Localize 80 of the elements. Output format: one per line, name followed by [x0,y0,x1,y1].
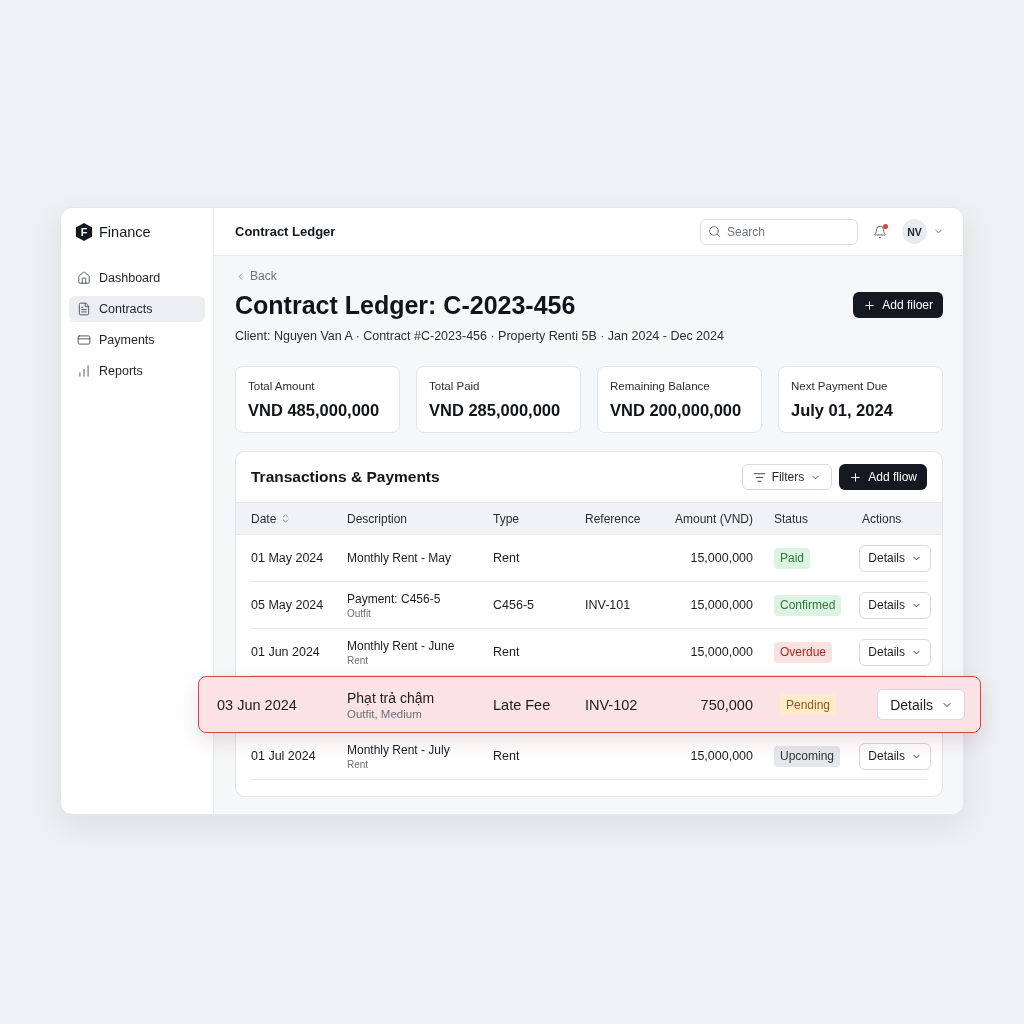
stat-value: VND 485,000,000 [248,400,380,421]
description-note: Rent [347,758,369,770]
type-cell: Rent [493,749,520,763]
stat-value: July 01, 2024 [791,400,893,421]
description-note: Outfit [347,607,371,619]
sidebar-item[interactable]: Contracts [69,296,205,322]
page-subtitle: Client: Nguyen Van A · Contract #C-2023-456 · Property Renti 5B · Jan 2024 - Dec 2024 [235,328,724,345]
plus-icon [863,298,877,312]
description-text: Monthly Rent - May [347,551,452,565]
document-icon [77,302,91,316]
reference-cell: INV-102 [585,696,638,713]
search-icon [708,224,721,238]
amount-cell: 750,000 [700,696,753,713]
add-button[interactable]: Add filoer [853,292,943,318]
filters-button[interactable]: Filters [741,464,833,490]
column-header: Actions [862,511,902,526]
date-cell: 05 May 2024 [251,598,324,612]
stat-label: Total Amount [248,379,315,394]
description-text: Payment: C456-5 [347,591,441,606]
type-cell: Rent [493,551,520,565]
date-cell: 01 Jun 2024 [251,645,320,659]
description-text: Monthly Rent - June [347,638,455,653]
amount-cell: 15,000,000 [690,749,753,763]
back-link[interactable]: Back [235,268,277,284]
bell-icon[interactable] [873,224,887,239]
card-title: Transactions & Payments [251,468,440,486]
filter-icon [752,470,766,484]
status-tag: Overdue [774,641,833,663]
card-icon [77,333,91,347]
amount-cell: 15,000,000 [690,598,753,612]
header-title: Contract Ledger [235,224,336,239]
details-button[interactable]: Details [877,689,965,720]
status-tag: Confirmed [774,594,842,616]
table-row[interactable]: 01 Jul 2024 Monthly Rent - July Rent Rent 15,000,000 Upcoming Details [251,733,927,780]
description-note: Outfit, Medium [347,707,422,720]
date-cell: 01 Jul 2024 [251,749,316,763]
add-button[interactable]: Add fliow [839,464,927,490]
sidebar-item[interactable]: Reports [69,358,205,384]
details-button[interactable]: Details [859,742,931,770]
type-cell: Late Fee [493,696,551,713]
brand-name: Finance [99,224,151,240]
reference-cell: INV-101 [585,598,631,612]
search-field[interactable]: Search [700,218,858,245]
date-cell: 01 May 2024 [251,551,324,565]
page-title: Contract Ledger: C-2023-456 [235,290,576,321]
column-header: Reference [585,511,641,526]
description-text: Monthly Rent - July [347,742,450,757]
column-header: Type [493,511,519,526]
status-tag: Paid [774,547,811,569]
details-button[interactable]: Details [859,591,931,619]
plus-icon [849,470,863,484]
stat-value: VND 285,000,000 [429,400,561,421]
details-button[interactable]: Details [859,638,931,666]
status-tag: Pending [780,694,837,715]
details-button[interactable]: Details [859,544,931,572]
type-cell: C456-5 [493,598,534,612]
table-row[interactable]: 01 May 2024 Monthly Rent - May Rent 15,000,000 Paid Details [251,535,927,582]
amount-cell: 15,000,000 [690,551,753,565]
description-text: Phạt trả chậm [347,689,435,706]
stat-label: Total Paid [429,379,480,394]
stat-label: Next Payment Due [791,379,888,394]
description-note: Rent [347,654,369,666]
status-tag: Upcoming [774,745,841,767]
sidebar-item[interactable]: Dashboard [69,265,205,291]
logo-badge: F [75,223,93,241]
amount-cell: 15,000,000 [690,645,753,659]
column-header: Amount (VND) [674,511,753,526]
column-header: Status [774,511,809,526]
stat-label: Remaining Balance [610,379,710,394]
sidebar-item[interactable]: Payments [69,327,205,353]
type-cell: Rent [493,645,520,659]
user-avatar[interactable]: NV [902,219,927,244]
highlighted-row[interactable]: 03 Jun 2024 Phạt trả chậm Outfit, Medium Late Fee INV-102 750,000 Pending Details [198,676,981,733]
date-cell: 03 Jun 2024 [217,696,297,713]
stat-value: VND 200,000,000 [610,400,742,421]
column-header[interactable]: Date [251,511,292,526]
bar-chart-icon [77,364,91,378]
table-row[interactable]: 05 May 2024 Payment: C456-5 Outfit C456-5 INV-101 15,000,000 Confirmed Details [251,582,927,629]
column-header: Description [347,511,408,526]
house-icon [77,271,91,285]
